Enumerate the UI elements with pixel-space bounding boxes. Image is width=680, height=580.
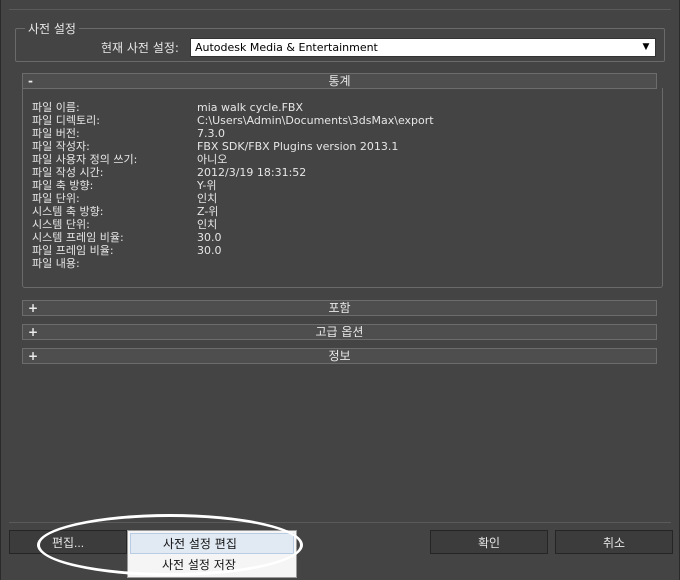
expand-icon[interactable]: +: [28, 325, 40, 339]
stat-value: 30.0: [197, 244, 222, 257]
fbx-import-window: 사전 설정 현재 사전 설정: Autodesk Media & Enterta…: [0, 0, 680, 580]
rollout-statistics-title: 통계: [328, 74, 351, 88]
stat-label: 파일 버전:: [32, 127, 80, 140]
stat-label: 파일 작성 시간:: [32, 166, 104, 179]
stat-row: 파일 작성 시간: 2012/3/19 18:31:52: [32, 166, 632, 179]
cancel-button[interactable]: 취소: [555, 530, 673, 554]
rollout-info[interactable]: + 정보: [22, 348, 657, 364]
stat-value: Z-위: [197, 205, 219, 218]
stat-label: 파일 축 방향:: [32, 179, 94, 192]
stat-row: 파일 작성자: FBX SDK/FBX Plugins version 2013…: [32, 140, 632, 153]
stat-row: 시스템 프레임 비율: 30.0: [32, 231, 632, 244]
stat-row: 파일 단위: 인치: [32, 192, 632, 205]
stat-row: 파일 사용자 정의 쓰기: 아니오: [32, 153, 632, 166]
stat-label: 파일 디렉토리:: [32, 114, 100, 127]
stat-value: Y-위: [197, 179, 217, 192]
stat-label: 파일 내용:: [32, 257, 80, 270]
stat-row: 시스템 축 방향: Z-위: [32, 205, 632, 218]
stat-label: 파일 작성자:: [32, 140, 90, 153]
stat-label: 파일 단위:: [32, 192, 80, 205]
stat-value: 7.3.0: [197, 127, 225, 140]
expand-icon[interactable]: +: [28, 301, 40, 315]
rollout-include-title: 포함: [328, 301, 351, 315]
stat-value: mia walk cycle.FBX: [197, 101, 304, 114]
stat-label: 파일 사용자 정의 쓰기:: [32, 153, 138, 166]
stat-label: 시스템 단위:: [32, 218, 90, 231]
stat-label: 시스템 프레임 비율:: [32, 231, 124, 244]
stat-value: 아니오: [197, 153, 228, 166]
rollout-info-title: 정보: [328, 349, 351, 363]
rollout-advanced-options-title: 고급 옵션: [315, 325, 364, 339]
stat-label: 시스템 축 방향:: [32, 205, 104, 218]
collapse-icon[interactable]: -: [28, 74, 40, 88]
stat-value: FBX SDK/FBX Plugins version 2013.1: [197, 140, 399, 153]
stat-value: C:\Users\Admin\Documents\3dsMax\export: [197, 114, 434, 127]
ok-button[interactable]: 확인: [430, 530, 548, 554]
expand-icon[interactable]: +: [28, 349, 40, 363]
stat-row: 시스템 단위: 인치: [32, 218, 632, 231]
edit-button[interactable]: 편집...: [9, 530, 127, 554]
stat-value: 30.0: [197, 231, 222, 244]
stat-row: 파일 축 방향: Y-위: [32, 179, 632, 192]
bottom-divider: [9, 522, 671, 523]
menu-item-save-preset[interactable]: 사전 설정 저장: [130, 555, 294, 576]
rollout-advanced-options[interactable]: + 고급 옵션: [22, 324, 657, 340]
preset-dropdown[interactable]: Autodesk Media & Entertainment ▼: [190, 38, 656, 57]
stat-row: 파일 프레임 비율: 30.0: [32, 244, 632, 257]
top-divider: [9, 9, 671, 10]
current-preset-label: 현재 사전 설정:: [101, 41, 179, 55]
dropdown-arrow-icon[interactable]: ▼: [639, 40, 653, 55]
preset-dropdown-value: Autodesk Media & Entertainment: [195, 41, 378, 54]
stat-label: 파일 프레임 비율:: [32, 244, 114, 257]
preset-group-label: 사전 설정: [25, 22, 79, 36]
stat-row: 파일 내용:: [32, 257, 632, 270]
stat-value: 인치: [197, 218, 218, 231]
rollout-include[interactable]: + 포함: [22, 300, 657, 316]
stat-value: 2012/3/19 18:31:52: [197, 166, 307, 179]
stat-label: 파일 이름:: [32, 101, 80, 114]
stat-row: 파일 디렉토리: C:\Users\Admin\Documents\3dsMax…: [32, 114, 632, 127]
stat-row: 파일 이름: mia walk cycle.FBX: [32, 101, 632, 114]
stat-row: 파일 버전: 7.3.0: [32, 127, 632, 140]
menu-item-edit-preset[interactable]: 사전 설정 편집: [130, 533, 294, 554]
rollout-statistics[interactable]: - 통계: [22, 73, 657, 89]
stat-value: 인치: [197, 192, 218, 205]
edit-preset-menu: 사전 설정 편집 사전 설정 저장: [127, 530, 297, 578]
